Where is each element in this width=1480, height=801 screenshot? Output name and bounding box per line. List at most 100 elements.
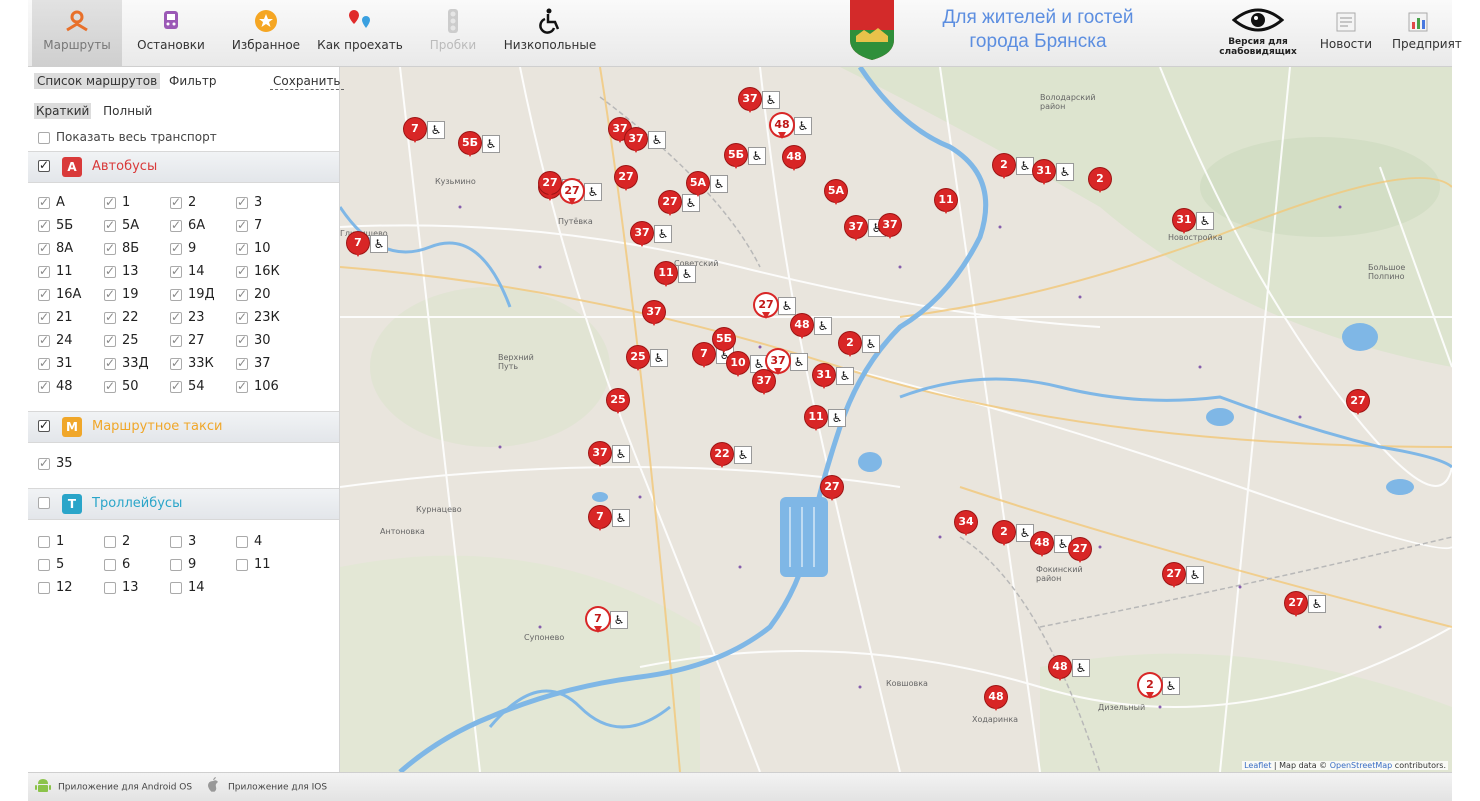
route-item[interactable]: 31 [38, 356, 100, 371]
route-checkbox[interactable] [170, 241, 182, 255]
route-item[interactable]: 6А [170, 218, 232, 233]
route-checkbox[interactable] [236, 333, 248, 347]
vehicle-marker[interactable]: 27 [1347, 390, 1369, 415]
route-checkbox[interactable] [38, 581, 50, 594]
route-item[interactable]: 3 [170, 534, 232, 549]
vehicle-marker[interactable]: 37 [845, 216, 867, 241]
vehicle-marker[interactable]: 11 [935, 189, 957, 214]
route-item[interactable]: 48 [38, 379, 100, 394]
route-checkbox[interactable] [170, 535, 182, 548]
route-checkbox[interactable] [170, 581, 182, 594]
route-checkbox[interactable] [236, 310, 248, 324]
nav-stops[interactable]: Остановки [128, 0, 214, 66]
route-checkbox[interactable] [170, 356, 182, 370]
vehicle-marker[interactable]: 27 [539, 172, 561, 197]
vehicle-marker[interactable]: 2 [993, 154, 1015, 179]
vehicle-marker[interactable]: 48 [1031, 532, 1053, 557]
section-trolleybus[interactable]: Т Троллейбусы [28, 488, 339, 520]
vehicle-marker[interactable]: 11 [805, 406, 827, 431]
route-checkbox[interactable] [170, 333, 182, 347]
route-checkbox[interactable] [236, 558, 248, 571]
route-checkbox[interactable] [104, 264, 116, 278]
save-link[interactable]: Сохранить [270, 73, 344, 90]
business-button[interactable]: Предприятия [1392, 10, 1462, 51]
route-item[interactable]: 5Б [38, 218, 100, 233]
vehicle-marker[interactable]: 37 [753, 370, 775, 395]
trolleybus-checkbox[interactable] [38, 497, 50, 509]
vehicle-marker[interactable]: 27 [821, 476, 843, 501]
route-checkbox[interactable] [38, 264, 50, 278]
vehicle-marker[interactable]: 31 [813, 364, 835, 389]
vehicle-marker[interactable]: 10 [727, 352, 749, 377]
osm-link[interactable]: OpenStreetMap [1330, 761, 1393, 770]
route-item[interactable]: 19 [104, 287, 166, 302]
route-checkbox[interactable] [104, 535, 116, 548]
leaflet-link[interactable]: Leaflet [1244, 761, 1271, 770]
route-checkbox[interactable] [170, 379, 182, 393]
route-item[interactable]: 8Б [104, 241, 166, 256]
route-item[interactable]: 22 [104, 310, 166, 325]
section-taxi[interactable]: М Маршрутное такси [28, 411, 339, 443]
route-item[interactable]: 23К [236, 310, 298, 325]
vehicle-marker[interactable]: 37 [739, 88, 761, 113]
route-checkbox[interactable] [38, 379, 50, 393]
route-item[interactable]: 5 [38, 557, 100, 572]
route-checkbox[interactable] [236, 241, 248, 255]
route-item[interactable]: 9 [170, 557, 232, 572]
route-checkbox[interactable] [104, 379, 116, 393]
route-checkbox[interactable] [38, 310, 50, 324]
route-item[interactable]: 1 [38, 534, 100, 549]
route-item[interactable]: 33К [170, 356, 232, 371]
nav-lowfloor[interactable]: Низкопольные [498, 0, 602, 66]
vehicle-marker[interactable]: 11 [655, 262, 677, 287]
vehicle-marker[interactable]: 2 [1089, 168, 1111, 193]
vehicle-marker[interactable]: 7 [587, 608, 609, 633]
route-checkbox[interactable] [236, 218, 248, 232]
show-all-checkbox[interactable] [38, 131, 50, 144]
route-checkbox[interactable] [104, 558, 116, 571]
route-checkbox[interactable] [38, 456, 50, 470]
vehicle-marker[interactable]: 2 [993, 521, 1015, 546]
route-item[interactable]: 54 [170, 379, 232, 394]
vehicle-marker[interactable]: 5Б [725, 144, 747, 169]
vehicle-marker[interactable]: 48 [783, 146, 805, 171]
vehicle-marker[interactable]: 37 [767, 350, 789, 375]
vehicle-marker[interactable]: 7 [589, 506, 611, 531]
route-checkbox[interactable] [170, 264, 182, 278]
route-item[interactable]: 37 [236, 356, 298, 371]
nav-routes[interactable]: Маршруты [32, 0, 122, 66]
route-checkbox[interactable] [104, 195, 116, 209]
route-item[interactable]: 2 [170, 195, 232, 210]
route-item[interactable]: 9 [170, 241, 232, 256]
nav-traffic[interactable]: Пробки [418, 0, 488, 66]
vehicle-marker[interactable]: 27 [1069, 538, 1091, 563]
route-checkbox[interactable] [170, 558, 182, 571]
vehicle-marker[interactable]: 34 [955, 511, 977, 536]
vehicle-marker[interactable]: 27 [561, 180, 583, 205]
vehicle-marker[interactable]: 37 [589, 442, 611, 467]
vehicle-marker[interactable]: 27 [615, 166, 637, 191]
route-item[interactable]: 6 [104, 557, 166, 572]
tab-route-list[interactable]: Список маршрутов [34, 73, 161, 89]
vehicle-marker[interactable]: 5Б [713, 328, 735, 353]
route-item[interactable]: 2 [104, 534, 166, 549]
android-app-link[interactable]: Приложение для Android OS [34, 779, 192, 794]
buses-checkbox[interactable] [38, 158, 50, 172]
vehicle-marker[interactable]: 37 [625, 128, 647, 153]
vehicle-marker[interactable]: 5А [825, 180, 847, 205]
nav-directions[interactable]: Как проехать [314, 0, 406, 66]
section-buses[interactable]: А Автобусы [28, 151, 339, 183]
route-checkbox[interactable] [38, 535, 50, 548]
route-item[interactable]: 14 [170, 264, 232, 279]
vehicle-marker[interactable]: 5Б [459, 132, 481, 157]
vehicle-marker[interactable]: 37 [631, 222, 653, 247]
route-checkbox[interactable] [38, 241, 50, 255]
route-item[interactable]: 20 [236, 287, 298, 302]
vehicle-marker[interactable]: 37 [643, 301, 665, 326]
route-item[interactable]: 106 [236, 379, 298, 394]
route-checkbox[interactable] [38, 287, 50, 301]
route-item[interactable]: 24 [38, 333, 100, 348]
vehicle-marker[interactable]: 27 [659, 191, 681, 216]
route-checkbox[interactable] [38, 195, 50, 209]
route-checkbox[interactable] [236, 379, 248, 393]
